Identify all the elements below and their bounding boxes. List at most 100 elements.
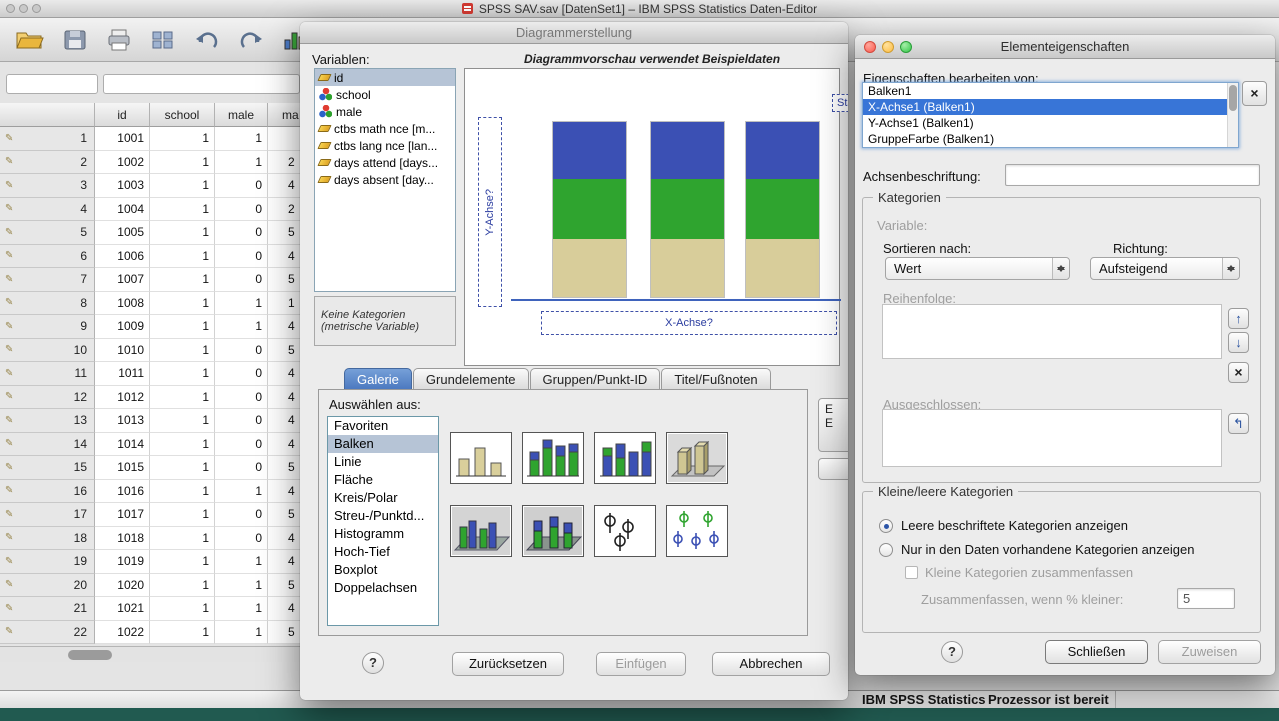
list-scrollbar[interactable] <box>1227 83 1238 147</box>
row-header-cell[interactable]: ✎ 18 <box>0 526 95 550</box>
gallery-thumb-3d-stacked-bar-icon[interactable] <box>522 505 584 557</box>
cell-school[interactable]: 1 <box>150 526 215 550</box>
cell-ma[interactable]: 4 <box>268 244 300 268</box>
stacking-drop-zone-fragment[interactable]: Sta... <box>832 94 848 112</box>
gallery-thumb-grouped-error-bar-icon[interactable] <box>666 505 728 557</box>
variable-item-ctbs-lang-nce-lan[interactable]: ctbs lang nce [lan... <box>315 137 455 154</box>
cell-male[interactable]: 1 <box>215 550 268 574</box>
cell-male[interactable]: 1 <box>215 150 268 174</box>
tab-titel-fußnoten[interactable]: Titel/Fußnoten <box>661 368 771 390</box>
cell-school[interactable]: 1 <box>150 174 215 198</box>
variable-item-id[interactable]: id <box>315 69 455 86</box>
cell-ma[interactable]: 5 <box>268 221 300 245</box>
cell-ma[interactable]: 4 <box>268 597 300 621</box>
cell-id[interactable]: 1018 <box>95 526 150 550</box>
cell-school[interactable]: 1 <box>150 338 215 362</box>
redo-icon[interactable] <box>238 28 264 52</box>
cell-id[interactable]: 1011 <box>95 362 150 386</box>
chart-type-hoch-tief[interactable]: Hoch-Tief <box>328 543 438 561</box>
cell-ma[interactable]: 4 <box>268 479 300 503</box>
cell-ma[interactable]: 4 <box>268 409 300 433</box>
main-titlebar[interactable]: SPSS SAV.sav [DatenSet1] – IBM SPSS Stat… <box>0 0 1279 18</box>
cell-school[interactable]: 1 <box>150 150 215 174</box>
cell-school[interactable]: 1 <box>150 550 215 574</box>
direction-dropdown[interactable]: Aufsteigend <box>1090 257 1240 280</box>
cell-ma[interactable]: 5 <box>268 620 300 644</box>
row-header-cell[interactable]: ✎ 3 <box>0 174 95 198</box>
cell-ma[interactable]: 4 <box>268 550 300 574</box>
print-icon[interactable] <box>106 28 132 52</box>
cell-ma[interactable]: 5 <box>268 268 300 292</box>
cell-id[interactable]: 1010 <box>95 338 150 362</box>
row-header-cell[interactable]: ✎ 5 <box>0 221 95 245</box>
row-header-cell[interactable]: ✎ 17 <box>0 503 95 527</box>
cell-male[interactable]: 1 <box>215 573 268 597</box>
variables-list[interactable]: id school male ctbs math nce [m... ctbs lang… <box>314 68 456 292</box>
scrollbar-thumb[interactable] <box>68 650 112 660</box>
cell-school[interactable]: 1 <box>150 362 215 386</box>
cell-id[interactable]: 1003 <box>95 174 150 198</box>
axis-label-input[interactable] <box>1005 164 1260 186</box>
close-button[interactable]: Schließen <box>1045 640 1148 664</box>
cell-school[interactable]: 1 <box>150 127 215 151</box>
edit-item-gruppefarbe-balken1[interactable]: GruppeFarbe (Balken1) <box>863 131 1238 147</box>
show-empty-radio-label[interactable]: Leere beschriftete Kategorien anzeigen <box>901 518 1128 533</box>
show-empty-radio[interactable] <box>879 519 893 533</box>
cell-school[interactable]: 1 <box>150 503 215 527</box>
element-properties-button-fragment[interactable]: E E <box>818 398 848 452</box>
cell-id[interactable]: 1002 <box>95 150 150 174</box>
cell-male[interactable]: 0 <box>215 503 268 527</box>
recall-dialogs-icon[interactable] <box>150 28 176 52</box>
cell-school[interactable]: 1 <box>150 244 215 268</box>
zoom-window-button[interactable] <box>900 41 912 53</box>
cell-male[interactable]: 1 <box>215 620 268 644</box>
y-axis-drop-zone[interactable]: Y-Achse? <box>478 117 502 307</box>
cell-school[interactable]: 1 <box>150 315 215 339</box>
insert-button[interactable]: Einfügen <box>596 652 686 676</box>
edit-item-y-achse1-balken1[interactable]: Y-Achse1 (Balken1) <box>863 115 1238 131</box>
variable-item-days-absent-day[interactable]: days absent [day... <box>315 171 455 188</box>
minimize-window-button[interactable] <box>882 41 894 53</box>
apply-button[interactable]: Zuweisen <box>1158 640 1261 664</box>
cell-school[interactable]: 1 <box>150 291 215 315</box>
column-header-male[interactable]: male <box>215 103 268 127</box>
cell-ma[interactable]: 1 <box>268 291 300 315</box>
cell-ma[interactable] <box>268 127 300 151</box>
chart-type-linie[interactable]: Linie <box>328 453 438 471</box>
cell-ma[interactable]: 4 <box>268 174 300 198</box>
variable-item-school[interactable]: school <box>315 86 455 103</box>
move-up-button[interactable]: ↑ <box>1228 308 1249 329</box>
chart-type-boxplot[interactable]: Boxplot <box>328 561 438 579</box>
cell-school[interactable]: 1 <box>150 221 215 245</box>
gallery-thumb-3d-bar-icon[interactable] <box>666 432 728 484</box>
cell-ma[interactable]: 5 <box>268 573 300 597</box>
cell-school[interactable]: 1 <box>150 409 215 433</box>
cell-ma[interactable]: 2 <box>268 150 300 174</box>
cell-id[interactable]: 1013 <box>95 409 150 433</box>
cell-ma[interactable]: 2 <box>268 197 300 221</box>
edit-item-x-achse1-balken1[interactable]: X-Achse1 (Balken1) <box>863 99 1238 115</box>
edit-from-list[interactable]: Balken1 X-Achse1 (Balken1) Y-Achse1 (Balke… <box>862 82 1239 148</box>
close-window-button[interactable] <box>864 41 876 53</box>
cell-id[interactable]: 1016 <box>95 479 150 503</box>
cell-male[interactable]: 0 <box>215 409 268 433</box>
chart-type-kreis-polar[interactable]: Kreis/Polar <box>328 489 438 507</box>
cell-id[interactable]: 1015 <box>95 456 150 480</box>
corner-header-cell[interactable] <box>0 103 95 127</box>
cell-ma[interactable]: 5 <box>268 338 300 362</box>
cell-id[interactable]: 1001 <box>95 127 150 151</box>
row-header-cell[interactable]: ✎ 20 <box>0 573 95 597</box>
tab-grundelemente[interactable]: Grundelemente <box>412 368 529 390</box>
cell-male[interactable]: 0 <box>215 362 268 386</box>
cell-ma[interactable]: 4 <box>268 526 300 550</box>
order-list[interactable] <box>882 304 1222 359</box>
gallery-thumb-clustered-stacked-bar-icon[interactable] <box>594 432 656 484</box>
excluded-list[interactable] <box>882 409 1222 467</box>
row-header-cell[interactable]: ✎ 15 <box>0 456 95 480</box>
cell-school[interactable]: 1 <box>150 597 215 621</box>
cell-male[interactable]: 1 <box>215 127 268 151</box>
cell-id[interactable]: 1004 <box>95 197 150 221</box>
cell-male[interactable]: 0 <box>215 526 268 550</box>
cell-ma[interactable]: 4 <box>268 385 300 409</box>
chart-type-balken[interactable]: Balken <box>328 435 438 453</box>
